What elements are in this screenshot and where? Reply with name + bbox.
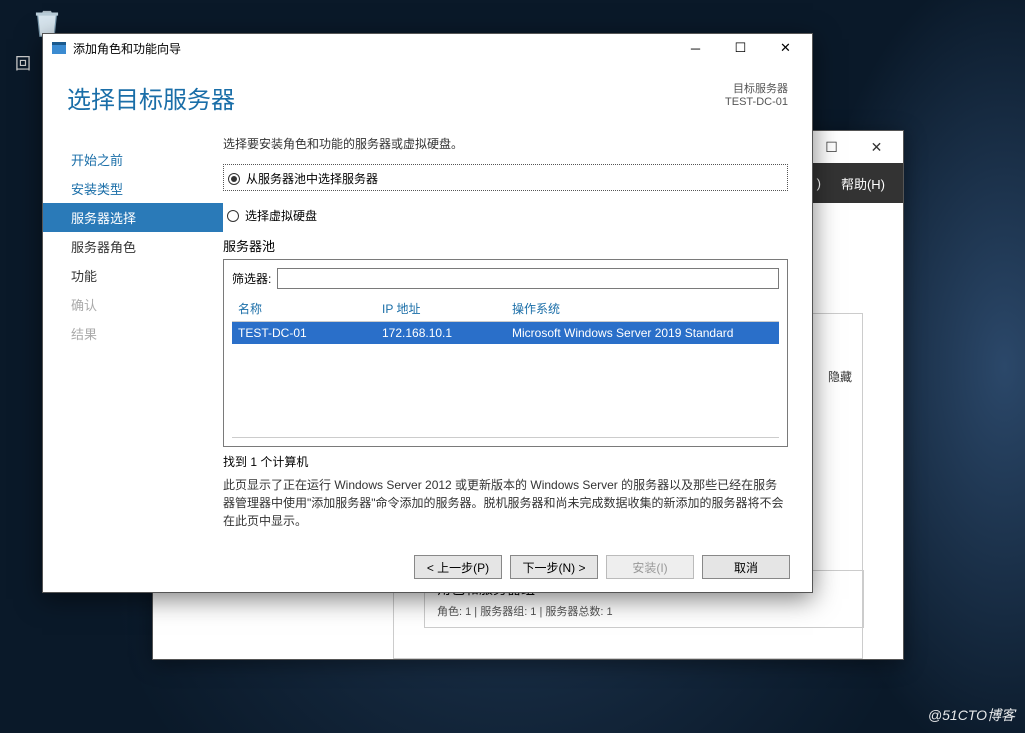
- add-roles-wizard: 添加角色和功能向导 ─ ☐ ✕ 选择目标服务器 目标服务器 TEST-DC-01…: [42, 33, 813, 593]
- menu-help[interactable]: 帮助(H): [841, 174, 885, 193]
- hide-link[interactable]: 隐藏: [828, 368, 852, 385]
- desktop-left-edge: 回: [15, 50, 31, 74]
- wizard-footer: < 上一步(P) 下一步(N) > 安装(I) 取消: [43, 542, 812, 592]
- instruction-text: 选择要安装角色和功能的服务器或虚拟硬盘。: [223, 135, 788, 152]
- radio-vhd[interactable]: 选择虚拟硬盘: [223, 207, 788, 224]
- col-ip[interactable]: IP 地址: [382, 300, 512, 317]
- filter-label: 筛选器:: [232, 270, 271, 287]
- radio-from-pool-label: 从服务器池中选择服务器: [246, 170, 378, 187]
- server-pool-label: 服务器池: [223, 236, 788, 255]
- radio-from-pool[interactable]: 从服务器池中选择服务器: [228, 170, 781, 187]
- cancel-button[interactable]: 取消: [702, 555, 790, 579]
- page-note: 此页显示了正在运行 Windows Server 2012 或更新版本的 Win…: [223, 476, 788, 530]
- table-row[interactable]: TEST-DC-01 172.168.10.1 Microsoft Window…: [232, 322, 779, 344]
- grid-body[interactable]: TEST-DC-01 172.168.10.1 Microsoft Window…: [232, 322, 779, 438]
- target-server-info: 目标服务器 TEST-DC-01: [725, 80, 788, 115]
- wizard-nav: 开始之前 安装类型 服务器选择 服务器角色 功能 确认 结果: [43, 125, 223, 542]
- nav-server-select[interactable]: 服务器选择: [43, 203, 223, 232]
- minimize-button[interactable]: ─: [673, 35, 718, 61]
- close-button[interactable]: ✕: [763, 35, 808, 61]
- menu-fragment: ): [817, 176, 821, 191]
- wizard-title: 添加角色和功能向导: [73, 40, 673, 57]
- install-button: 安装(I): [606, 555, 694, 579]
- wizard-content: 选择要安装角色和功能的服务器或虚拟硬盘。 从服务器池中选择服务器 选择虚拟硬盘 …: [223, 125, 812, 542]
- radio-group-focus: 从服务器池中选择服务器: [223, 164, 788, 191]
- col-os[interactable]: 操作系统: [512, 300, 779, 317]
- server-pool-box: 筛选器: 名称 IP 地址 操作系统 TEST-DC-01 172.168.10…: [223, 259, 788, 447]
- col-name[interactable]: 名称: [232, 300, 382, 317]
- maximize-button[interactable]: ☐: [718, 35, 763, 61]
- next-button[interactable]: 下一步(N) >: [510, 555, 598, 579]
- filter-input[interactable]: [277, 268, 779, 289]
- nav-server-roles[interactable]: 服务器角色: [43, 232, 223, 261]
- filter-row: 筛选器:: [232, 268, 779, 289]
- wizard-icon: [51, 40, 67, 56]
- found-count: 找到 1 个计算机: [223, 453, 788, 470]
- close-button[interactable]: ✕: [854, 133, 899, 161]
- target-label: 目标服务器: [725, 80, 788, 96]
- radio-vhd-label: 选择虚拟硬盘: [245, 207, 317, 224]
- wizard-header: 选择目标服务器 目标服务器 TEST-DC-01: [43, 62, 812, 125]
- radio-icon: [227, 210, 239, 222]
- maximize-button[interactable]: ☐: [809, 133, 854, 161]
- back-icon[interactable]: 回: [15, 50, 31, 74]
- page-title: 选择目标服务器: [67, 80, 235, 115]
- wizard-titlebar[interactable]: 添加角色和功能向导 ─ ☐ ✕: [43, 34, 812, 62]
- prev-button[interactable]: < 上一步(P): [414, 555, 502, 579]
- radio-icon: [228, 173, 240, 185]
- watermark: @51CTO博客: [928, 705, 1015, 725]
- nav-confirm: 确认: [43, 290, 223, 319]
- nav-before[interactable]: 开始之前: [43, 145, 223, 174]
- role-group-sub: 角色: 1 | 服务器组: 1 | 服务器总数: 1: [437, 603, 851, 619]
- cell-name: TEST-DC-01: [232, 326, 382, 340]
- cell-os: Microsoft Windows Server 2019 Standard: [512, 326, 779, 340]
- nav-results: 结果: [43, 319, 223, 348]
- target-value: TEST-DC-01: [725, 96, 788, 108]
- nav-install-type[interactable]: 安装类型: [43, 174, 223, 203]
- grid-header: 名称 IP 地址 操作系统: [232, 299, 779, 322]
- cell-ip: 172.168.10.1: [382, 326, 512, 340]
- nav-features[interactable]: 功能: [43, 261, 223, 290]
